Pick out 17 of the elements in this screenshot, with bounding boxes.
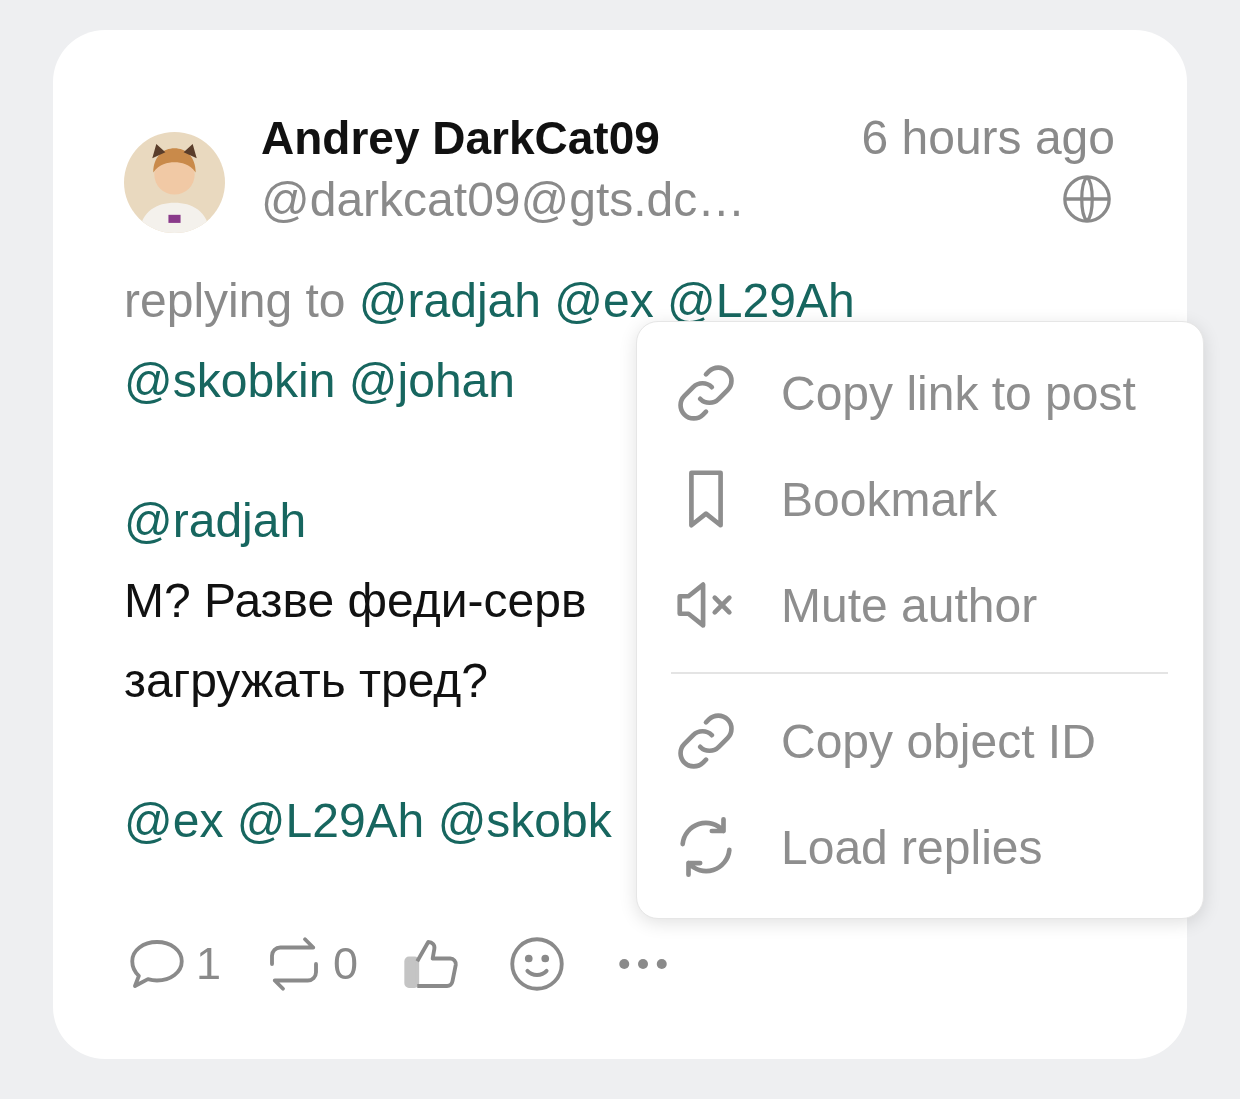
more-icon (618, 957, 669, 971)
mention-link[interactable]: @radjah (124, 494, 307, 547)
mention-link[interactable]: @L29Ah (236, 794, 425, 847)
author-name[interactable]: Andrey DarkCat09 (261, 110, 660, 165)
mention-link[interactable]: @skobk (437, 794, 612, 847)
mention-link[interactable]: @ex (124, 794, 224, 847)
post-time[interactable]: 6 hours ago (861, 110, 1115, 165)
mention-link[interactable]: @skobkin (124, 354, 336, 407)
post-text: М? Разве феди-серв (124, 574, 587, 627)
mention-link[interactable]: @radjah (358, 274, 541, 327)
mention-link[interactable]: @johan (348, 354, 515, 407)
reply-button[interactable]: 1 (124, 931, 222, 997)
post-text: загружать тред? (124, 654, 488, 707)
replying-to-label: replying to (124, 274, 346, 327)
mention-link[interactable]: @ex (554, 274, 654, 327)
boost-button[interactable]: 0 (261, 931, 359, 997)
author-handle[interactable]: @darkcat09@gts.dc… (261, 171, 746, 227)
